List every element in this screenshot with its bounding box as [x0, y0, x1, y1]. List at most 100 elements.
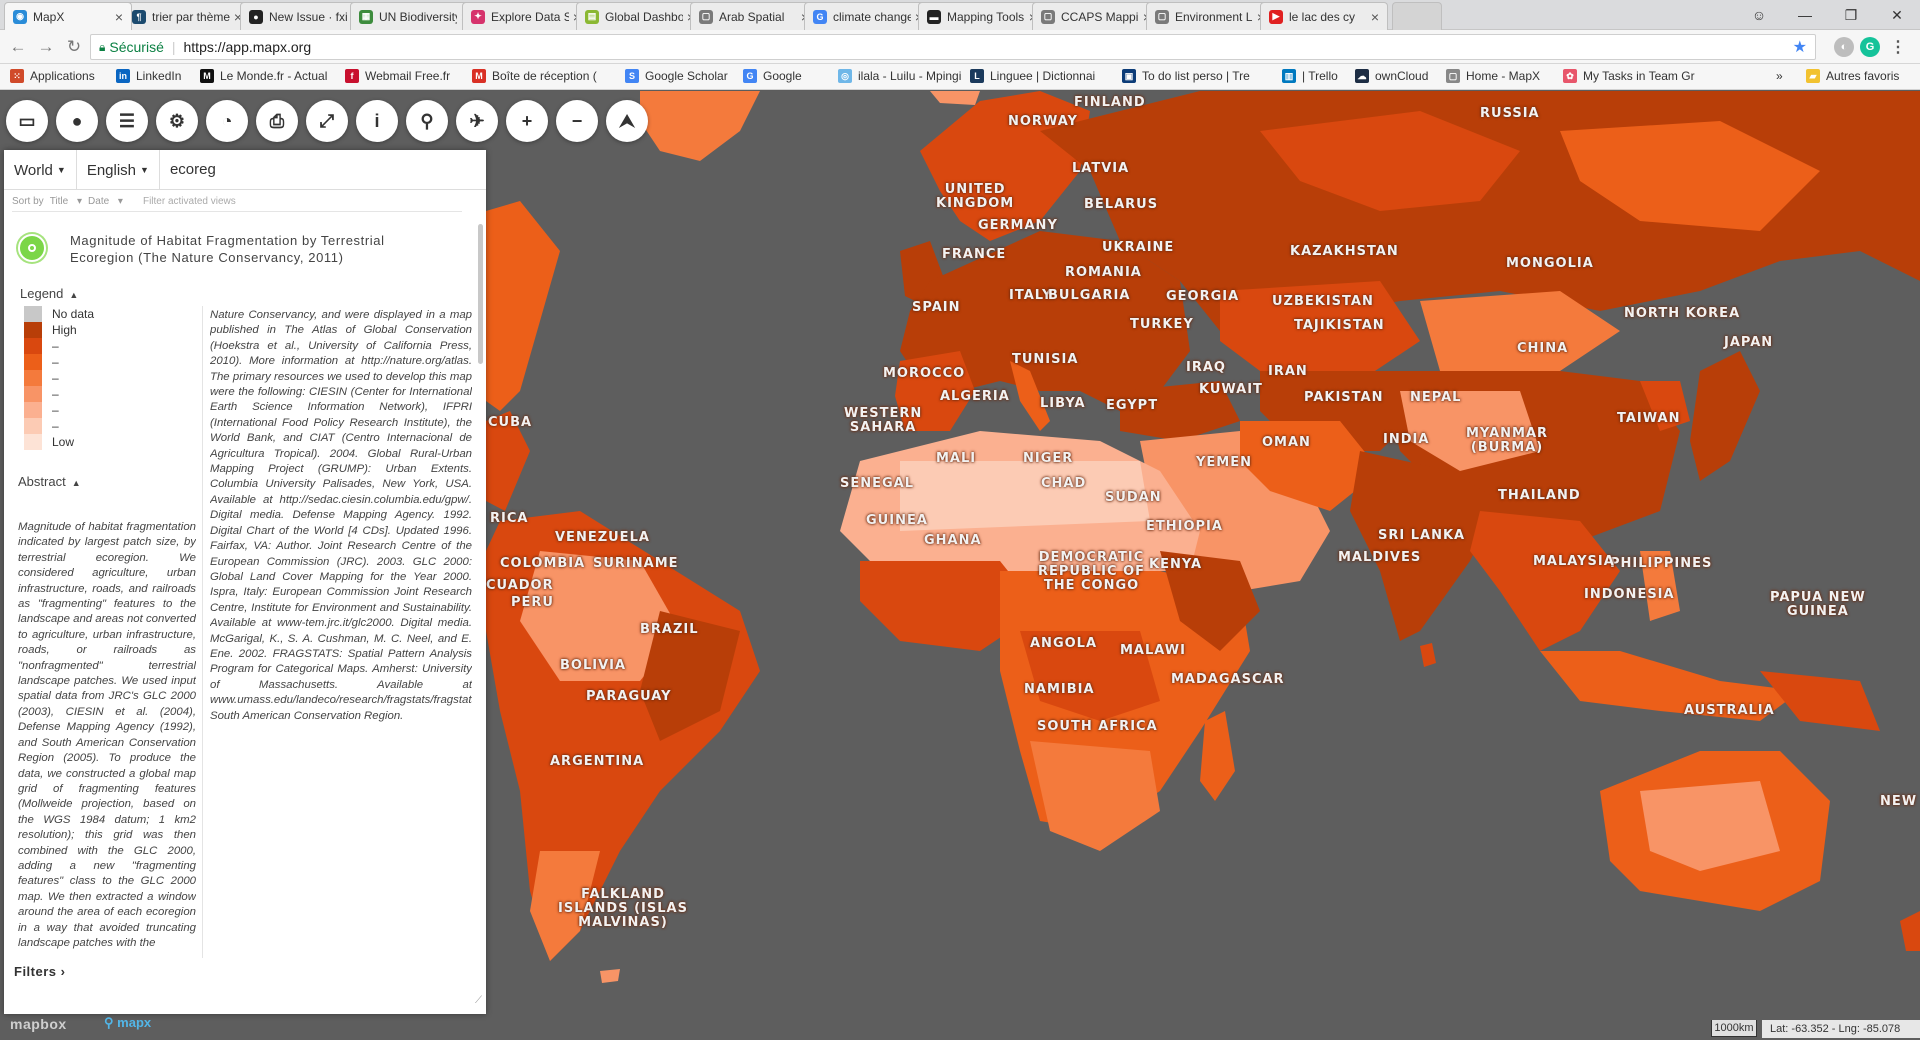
- panel-header: World ▼ English ▼: [4, 150, 486, 190]
- bookmark-item[interactable]: ✿ My Tasks in Team Gr: [1563, 69, 1695, 83]
- browser-tab[interactable]: ▬Mapping Tools×: [918, 2, 1046, 30]
- tab-close-icon[interactable]: ×: [1371, 9, 1379, 25]
- abstract-text: Magnitude of habitat fragmentation indic…: [18, 521, 196, 949]
- menu-icon[interactable]: ⋮: [1888, 37, 1908, 57]
- view-title[interactable]: Magnitude of Habitat Fragmentation by Te…: [70, 232, 430, 266]
- map-country-label: FINLAND: [1074, 95, 1146, 110]
- bookmark-item[interactable]: ▣ To do list perso | Tre: [1122, 69, 1250, 83]
- browser-tab[interactable]: ▤Global Dashbo×: [576, 2, 704, 30]
- mapx-pin-icon: ⚲: [104, 1015, 114, 1030]
- info-button[interactable]: i: [356, 100, 398, 142]
- zoom-out-button[interactable]: −: [556, 100, 598, 142]
- maximize-button[interactable]: ❐: [1828, 0, 1874, 30]
- map-country-label: MADAGASCAR: [1171, 672, 1285, 687]
- browser-tab[interactable]: ✦Explore Data S×: [462, 2, 590, 30]
- legend-header[interactable]: Legend ▲: [20, 286, 78, 301]
- language-dropdown[interactable]: English ▼: [77, 150, 160, 190]
- minimize-button[interactable]: —: [1782, 0, 1828, 30]
- extension-icon[interactable]: ◐: [1834, 37, 1854, 57]
- bookmark-item[interactable]: f Webmail Free.fr: [345, 69, 450, 83]
- forward-icon[interactable]: →: [34, 35, 58, 59]
- map-country-label: IRAN: [1268, 364, 1308, 379]
- grammarly-icon[interactable]: G: [1860, 37, 1880, 57]
- bookmark-item[interactable]: ▰ Autres favoris: [1806, 69, 1899, 83]
- legend-swatch: [24, 354, 42, 370]
- account-icon[interactable]: ☺: [1736, 0, 1782, 30]
- tab-label: Environment Li: [1175, 9, 1253, 24]
- bookmark-item[interactable]: »: [1776, 69, 1783, 83]
- map-country-label: GUINEA: [866, 513, 928, 528]
- toggle-dot-icon: [28, 244, 36, 252]
- mapx-logo[interactable]: ⚲ mapx: [104, 1015, 151, 1031]
- print-button[interactable]: ⎙: [256, 100, 298, 142]
- region-dropdown[interactable]: World ▼: [4, 150, 77, 190]
- browser-tab[interactable]: ¶ trier par thème ×: [123, 2, 251, 30]
- bookmark-item[interactable]: M Boîte de réception (: [472, 69, 597, 83]
- bookmark-item[interactable]: ⁙ Applications: [10, 69, 95, 83]
- filters-button[interactable]: Filters ›: [14, 964, 65, 979]
- search-input[interactable]: [159, 150, 486, 189]
- new-tab-button[interactable]: [1392, 2, 1442, 30]
- list-button[interactable]: ☰: [106, 100, 148, 142]
- display-button[interactable]: ▭: [6, 100, 48, 142]
- browser-tab[interactable]: ▢Environment Li×: [1146, 2, 1274, 30]
- map-country-label: RUSSIA: [1480, 106, 1540, 121]
- pin-button[interactable]: ⚲: [406, 100, 448, 142]
- map-country-label: SOUTH AFRICA: [1037, 719, 1158, 734]
- map-country-label: JAPAN: [1724, 335, 1774, 350]
- bookmark-item[interactable]: G Google: [743, 69, 802, 83]
- resize-handle-icon[interactable]: ⟋: [475, 995, 482, 1006]
- tab-label: le lac des cy: [1289, 9, 1356, 24]
- bookmark-label: Le Monde.fr - Actual: [220, 69, 328, 83]
- bookmark-icon: ⁙: [10, 69, 24, 83]
- legend-swatch: [24, 402, 42, 418]
- panel-scrollbar[interactable]: [478, 224, 483, 364]
- legend-list: No data High – – – – – – Low: [24, 306, 174, 450]
- bookmark-item[interactable]: ▥ | Trello: [1282, 69, 1338, 83]
- map-country-label: ARGENTINA: [550, 754, 645, 769]
- filter-views-input[interactable]: Filter activated views: [143, 196, 236, 207]
- bookmark-item[interactable]: M Le Monde.fr - Actual: [200, 69, 327, 83]
- map-country-label: NEPAL: [1410, 390, 1462, 405]
- user-button[interactable]: ●: [56, 100, 98, 142]
- browser-tab[interactable]: ●New Issue · fxi/×: [240, 2, 368, 30]
- sort-title-button[interactable]: Title ▾: [50, 196, 82, 207]
- browser-tab[interactable]: ▢CCAPS Mappin×: [1032, 2, 1160, 30]
- zoom-in-button[interactable]: +: [506, 100, 548, 142]
- bookmark-item[interactable]: L Linguee | Dictionnai: [970, 69, 1095, 83]
- bookmark-item[interactable]: S Google Scholar: [625, 69, 728, 83]
- abstract-header[interactable]: Abstract ▲: [18, 474, 81, 489]
- map-country-label: TAJIKISTAN: [1294, 318, 1385, 333]
- bookmark-label: Linguee | Dictionnai: [990, 69, 1096, 83]
- browser-tab[interactable]: Gclimate change×: [804, 2, 932, 30]
- north-arrow-button[interactable]: ⮝: [606, 100, 648, 142]
- browser-tab[interactable]: ▶ le lac des cy ×: [1260, 2, 1388, 30]
- tab-close-icon[interactable]: ×: [115, 9, 123, 25]
- bookmark-item[interactable]: in LinkedIn: [116, 69, 181, 83]
- browser-tab[interactable]: ◉ MapX ×: [4, 2, 132, 30]
- bookmark-item[interactable]: ◎ ilala - Luilu - Mpingi: [838, 69, 961, 83]
- map-country-label: COLOMBIA: [500, 556, 586, 571]
- close-window-button[interactable]: ✕: [1874, 0, 1920, 30]
- geolocate-button[interactable]: ✈: [456, 100, 498, 142]
- tab-label: Explore Data S: [491, 9, 569, 24]
- view-toggle-button[interactable]: [18, 234, 46, 262]
- sort-date-button[interactable]: Date ▾: [88, 196, 123, 207]
- back-icon[interactable]: ←: [6, 35, 30, 59]
- browser-tab[interactable]: ▢Arab Spatial×: [690, 2, 818, 30]
- legend-swatch: [24, 386, 42, 402]
- browser-tab[interactable]: ▦UN Biodiversity×: [350, 2, 478, 30]
- bookmark-item[interactable]: ▢ Home - MapX: [1446, 69, 1540, 83]
- bookmark-label: ilala - Luilu - Mpingi: [858, 69, 962, 83]
- browser-tab-strip: ◉ MapX × ¶ trier par thème × ● New Issue · fxi/…: [0, 0, 1920, 30]
- chart-button[interactable]: ◔: [206, 100, 248, 142]
- mapbox-logo[interactable]: mapbox: [10, 1016, 67, 1032]
- tools-button[interactable]: ⚙: [156, 100, 198, 142]
- bookmark-item[interactable]: ☁ ownCloud: [1355, 69, 1428, 83]
- bookmark-star-icon[interactable]: ★: [1793, 37, 1807, 57]
- fullscreen-button[interactable]: ⤢: [306, 100, 348, 142]
- url-input[interactable]: 🔒︎ Sécurisé | https://app.mapx.org ★: [90, 34, 1816, 60]
- reload-icon[interactable]: ↻: [62, 35, 86, 59]
- bookmark-icon: ▥: [1282, 69, 1296, 83]
- map-country-label: WESTERN SAHARA: [844, 406, 923, 435]
